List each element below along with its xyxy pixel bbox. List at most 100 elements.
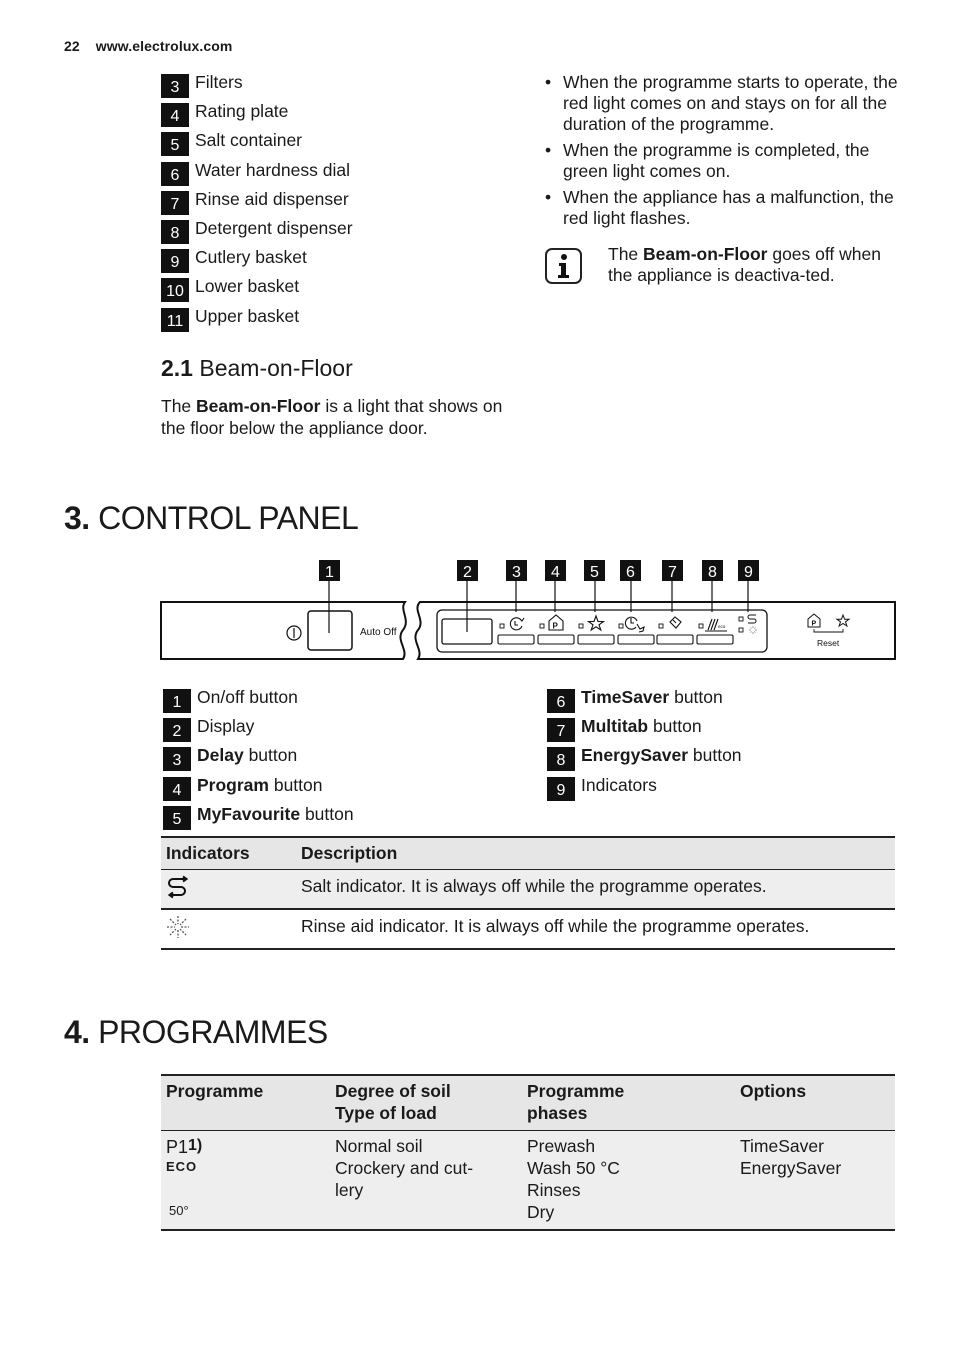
bold-term: TimeSaver: [581, 687, 670, 707]
item-label: Cutlery basket: [195, 247, 307, 268]
bold-term: Program: [197, 774, 269, 795]
callout-number: 4: [551, 564, 560, 581]
header-line: phases: [527, 1103, 588, 1123]
description-cell: Rinse aid indicator. It is always off wh…: [301, 915, 810, 936]
item-label: Filters: [195, 72, 243, 92]
section-heading-programmes: 4. PROGRAMMES: [64, 1014, 328, 1051]
bold-term: Multitab: [581, 716, 649, 737]
energysaver-button[interactable]: [696, 634, 734, 645]
beam-bullet-list: When the programme starts to operate, th…: [545, 72, 905, 234]
page-header: 22 www.electrolux.com: [64, 38, 232, 54]
parts-list: 3 Filters 4 Rating plate 5 Salt container 6…: [161, 72, 353, 335]
info-note: The Beam-on-Floor goes off when the appl…: [545, 244, 905, 286]
callout-number: 7: [668, 564, 677, 581]
item-label: button: [300, 803, 354, 824]
legend-item: 2 Display: [163, 716, 354, 745]
column-header: Programme phases: [522, 1075, 735, 1130]
item-label: Upper basket: [195, 305, 300, 326]
cell-line: Prewash: [527, 1135, 596, 1156]
item-number-badge: 7: [161, 190, 189, 215]
multitab-button[interactable]: [656, 634, 694, 645]
svg-text:eco: eco: [718, 624, 726, 629]
item-number-badge: 4: [163, 776, 191, 801]
bullet-item: When the programme is completed, the gre…: [545, 140, 905, 182]
list-item: 11 Upper basket: [161, 306, 353, 335]
myfavourite-button[interactable]: [577, 634, 615, 645]
beam-description: The Beam-on-Floor is a light that shows …: [161, 396, 531, 439]
list-item: 10 Lower basket: [161, 276, 353, 305]
subsection-title: Beam-on-Floor: [199, 355, 353, 381]
item-number-badge: 8: [161, 219, 189, 244]
on-off-button[interactable]: [307, 610, 353, 651]
soil-cell: Normal soil Crockery and cut- lery: [330, 1130, 522, 1230]
website-link[interactable]: www.electrolux.com: [96, 38, 233, 54]
list-item: 4 Rating plate: [161, 101, 353, 130]
callout-number: 1: [325, 564, 334, 581]
header-line: Degree of soil: [335, 1081, 451, 1101]
item-number-badge: 3: [161, 74, 189, 98]
section-number: 3.: [64, 500, 90, 536]
programme-name: P11): [166, 1137, 202, 1157]
item-label: Rating plate: [195, 101, 289, 122]
list-item: 9 Cutlery basket: [161, 247, 353, 276]
cell-line: lery: [335, 1179, 364, 1200]
list-item: 3 Filters: [161, 72, 353, 101]
cell-line: Crockery and cut-: [335, 1157, 474, 1178]
bold-term: MyFavourite: [197, 803, 301, 824]
item-label: button: [268, 774, 323, 795]
callout-number: 5: [590, 564, 599, 581]
eco-label: ECO: [166, 1158, 198, 1174]
item-label: Water hardness dial: [195, 159, 350, 180]
list-item: 8 Detergent dispenser: [161, 218, 353, 247]
item-label: On/off button: [197, 687, 298, 707]
table-header-row: Programme Degree of soil Type of load Pro…: [161, 1075, 895, 1130]
info-icon: [545, 248, 582, 284]
item-number-badge: 2: [163, 718, 191, 743]
program-button[interactable]: [537, 634, 575, 645]
subsection-heading: 2.1 Beam-on-Floor: [161, 355, 353, 382]
cell-line: Normal soil: [335, 1135, 423, 1156]
column-header: Description: [301, 843, 398, 863]
bold-term: Beam-on-Floor: [643, 244, 768, 264]
timesaver-button[interactable]: [617, 634, 655, 645]
item-label: Display: [197, 716, 255, 737]
table-header-row: Indicators Description: [161, 837, 895, 869]
section-number: 4.: [64, 1014, 90, 1050]
item-label: button: [648, 716, 702, 737]
item-number-badge: 3: [163, 747, 191, 772]
list-item: 7 Rinse aid dispenser: [161, 189, 353, 218]
description-cell: Salt indicator. It is always off while t…: [301, 875, 767, 896]
auto-off-label: Auto Off: [360, 627, 397, 638]
cell-line: EnergySaver: [740, 1157, 842, 1178]
table-row: Rinse aid indicator. It is always off wh…: [161, 908, 895, 949]
item-label: Rinse aid dispenser: [195, 188, 349, 209]
item-label: button: [243, 745, 298, 766]
legend-item: 8 EnergySaver button: [547, 745, 742, 774]
column-header: Degree of soil Type of load: [330, 1075, 522, 1130]
callout-badges: [319, 560, 759, 581]
table-row: Salt indicator. It is always off while t…: [161, 869, 895, 909]
item-label: button: [688, 745, 742, 766]
column-header: Options: [735, 1075, 895, 1130]
legend-item: 4 Program button: [163, 775, 354, 804]
salt-indicator-icon: [167, 875, 189, 898]
table-row: P11) ECO 50° Normal soil Crockery and cu…: [161, 1130, 895, 1230]
section-title: PROGRAMMES: [98, 1014, 328, 1050]
column-header: Indicators: [166, 843, 250, 863]
item-number-badge: 5: [161, 132, 189, 157]
header-line: Options: [740, 1081, 807, 1101]
bold-term: Delay: [197, 745, 244, 766]
indicator-cell: [161, 869, 296, 909]
delay-button[interactable]: [497, 634, 535, 645]
item-number-badge: 1: [163, 689, 191, 713]
section-heading-control-panel: 3. CONTROL PANEL: [64, 500, 359, 537]
column-header: Programme: [161, 1075, 330, 1130]
temperature-label: 50°: [169, 1202, 189, 1218]
svg-text:P: P: [553, 622, 559, 631]
reset-label: Reset: [817, 638, 840, 648]
callout-number: 2: [463, 564, 472, 581]
header-line: Programme: [527, 1081, 625, 1101]
callout-number: 3: [512, 564, 521, 581]
bold-term: Beam-on-Floor: [196, 396, 321, 416]
item-number-badge: 11: [161, 307, 189, 332]
